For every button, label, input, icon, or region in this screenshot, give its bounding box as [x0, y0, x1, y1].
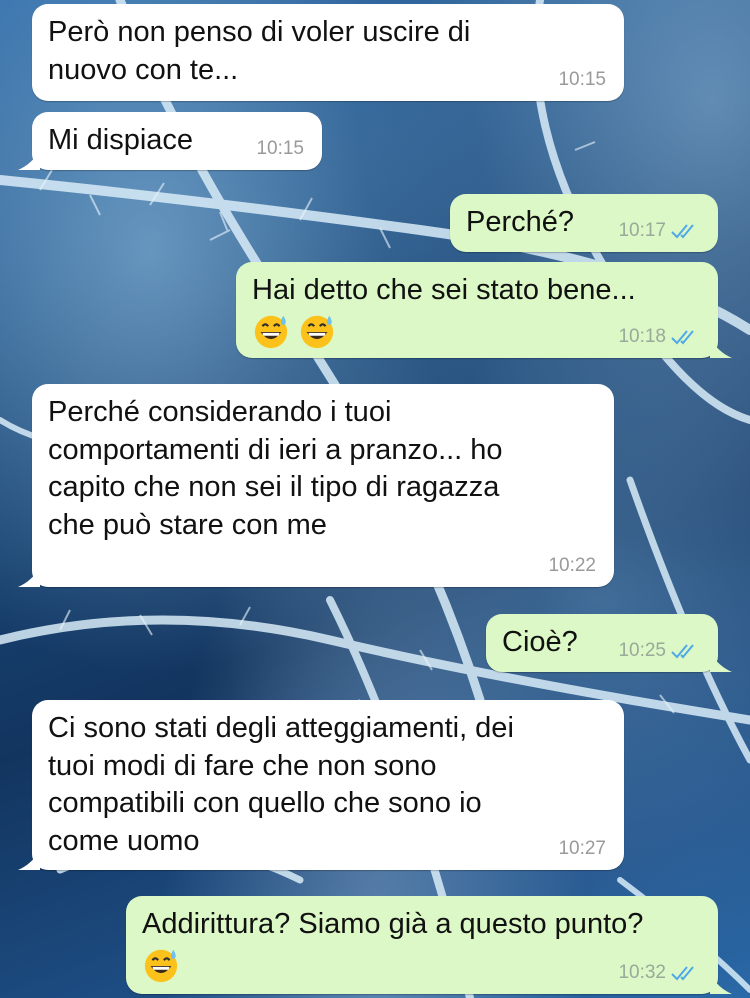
- double-check-icon: [671, 330, 694, 345]
- grinning-face-with-sweat-icon: [144, 949, 178, 982]
- message-timestamp: 10:22: [548, 555, 596, 576]
- bubble-tail-icon: [18, 567, 40, 587]
- message-text: Perché considerando i tuoi comportamenti…: [48, 396, 503, 541]
- bubble-tail-icon: [710, 652, 732, 672]
- message-timestamp: 10:25: [618, 640, 666, 661]
- outgoing-message-bubble[interactable]: Hai detto che sei stato bene... 10:18: [236, 262, 732, 358]
- message-meta: 10:17: [618, 220, 700, 242]
- outgoing-message-bubble[interactable]: Cioè? 10:25: [486, 614, 732, 672]
- outgoing-message-bubble[interactable]: Addirittura? Siamo già a questo punto? 1…: [126, 896, 732, 994]
- message-meta: 10:18: [618, 326, 700, 348]
- message-timestamp: 10:17: [618, 220, 666, 241]
- message-timestamp: 10:15: [256, 138, 304, 159]
- message-meta: 10:27: [558, 838, 606, 860]
- message-timestamp: 10:18: [618, 326, 666, 347]
- message-meta: 10:15: [256, 138, 304, 160]
- grinning-face-with-sweat-icon: [300, 315, 334, 348]
- message-timestamp: 10:27: [558, 838, 606, 859]
- double-check-icon: [671, 966, 694, 981]
- message-meta: 10:25: [618, 640, 700, 662]
- bubble-tail-icon: [710, 974, 732, 994]
- message-meta: 10:32: [618, 962, 700, 984]
- message-meta: 10:15: [558, 69, 606, 91]
- bubble-tail-icon: [18, 150, 40, 170]
- bubble-tail-icon: [18, 850, 40, 870]
- message-text: Però non penso di voler uscire di nuovo …: [48, 16, 471, 86]
- message-meta: 10:22: [548, 555, 596, 577]
- message-timestamp: 10:32: [618, 962, 666, 983]
- double-check-icon: [671, 224, 694, 239]
- outgoing-message-bubble[interactable]: Perché? 10:17: [450, 194, 718, 252]
- message-timestamp: 10:15: [558, 69, 606, 90]
- message-text: Ci sono stati degli atteggiamenti, dei t…: [48, 712, 514, 857]
- message-text: Hai detto che sei stato bene...: [252, 274, 636, 306]
- incoming-message-bubble[interactable]: Però non penso di voler uscire di nuovo …: [32, 4, 624, 101]
- message-text: Addirittura? Siamo già a questo punto?: [142, 908, 644, 940]
- incoming-message-bubble[interactable]: Perché considerando i tuoi comportamenti…: [18, 384, 614, 587]
- incoming-message-bubble[interactable]: Ci sono stati degli atteggiamenti, dei t…: [18, 700, 624, 870]
- bubble-tail-icon: [710, 338, 732, 358]
- double-check-icon: [671, 644, 694, 659]
- incoming-message-bubble[interactable]: Mi dispiace 10:15: [18, 112, 322, 170]
- grinning-face-with-sweat-icon: [254, 315, 288, 348]
